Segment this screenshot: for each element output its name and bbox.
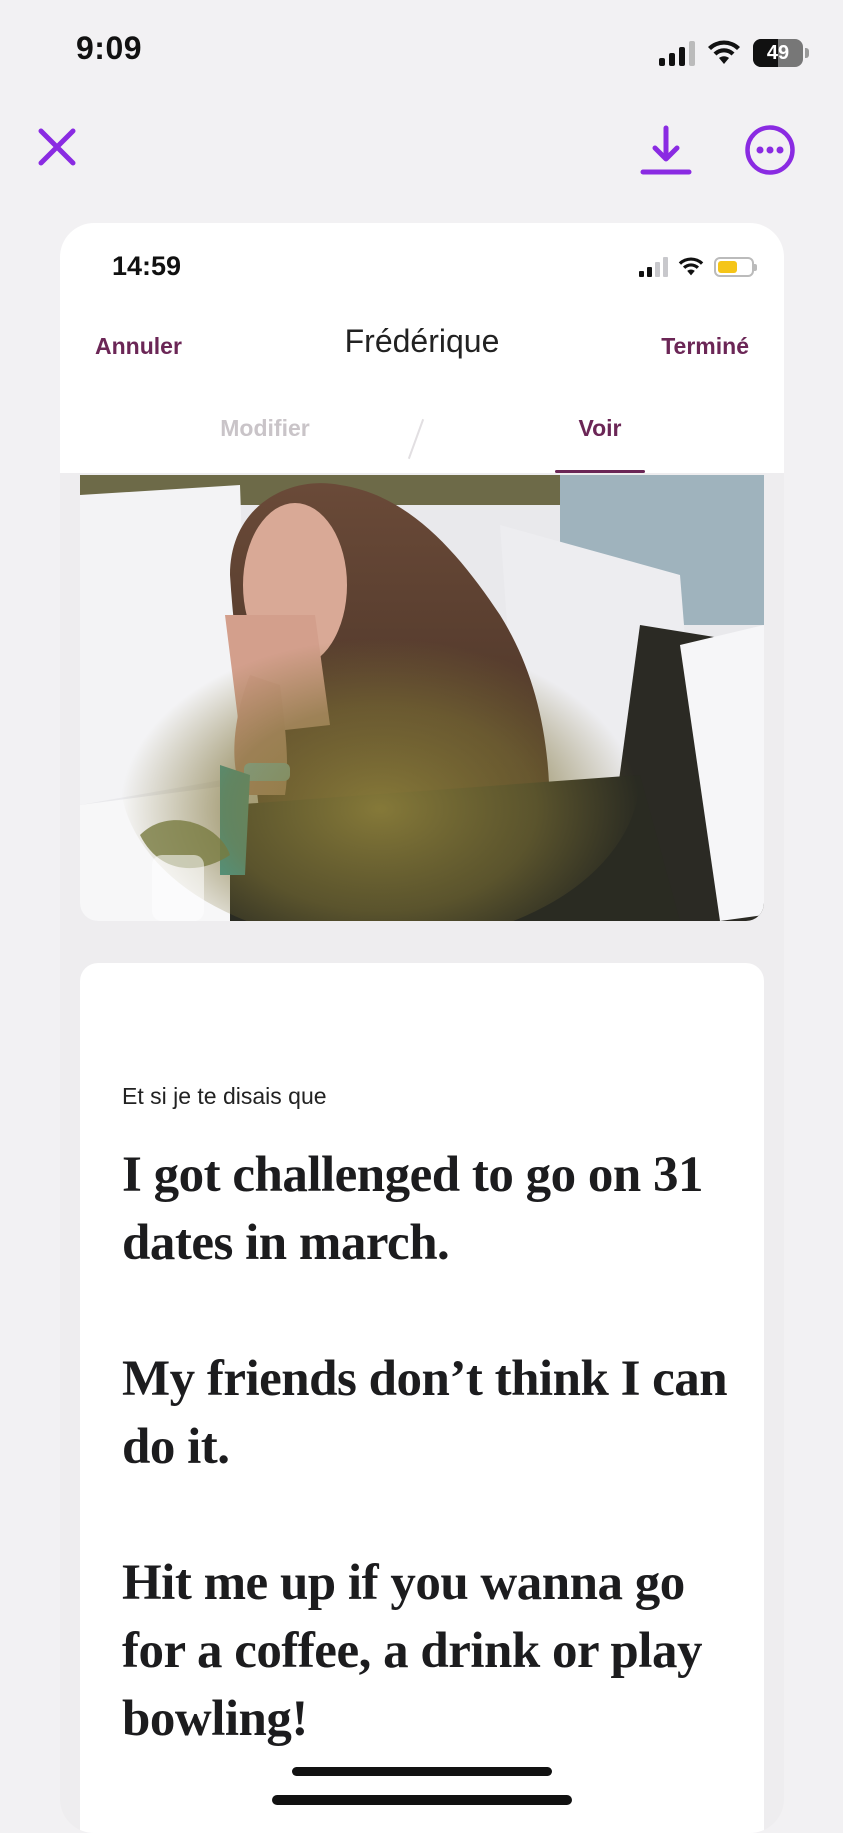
inner-battery-icon bbox=[714, 257, 757, 277]
prompt-question: Et si je te disais que bbox=[122, 1083, 327, 1109]
profile-photo-image bbox=[80, 475, 764, 921]
answer-paragraph: Hit me up if you wanna go for a coffee, … bbox=[122, 1555, 702, 1747]
battery-icon: 49 bbox=[753, 39, 809, 67]
download-button[interactable] bbox=[640, 124, 692, 178]
wifi-icon bbox=[708, 40, 740, 64]
done-button[interactable]: Terminé bbox=[661, 333, 749, 360]
tab-view[interactable]: Voir bbox=[555, 415, 645, 442]
prompt-answer: I got challenged to go on 31 dates in ma… bbox=[122, 1141, 742, 1821]
status-icons: 49 bbox=[659, 36, 809, 70]
profile-photo[interactable] bbox=[80, 475, 764, 921]
status-time: 9:09 bbox=[76, 30, 143, 66]
inner-home-indicator bbox=[292, 1767, 552, 1776]
inner-cellular-signal-icon bbox=[639, 257, 668, 277]
cellular-signal-icon bbox=[659, 40, 695, 66]
home-indicator[interactable] bbox=[272, 1795, 572, 1805]
profile-preview-card: 14:59 Annuler Frédérique Terminé Modifie… bbox=[60, 223, 784, 1833]
inner-status-icons bbox=[639, 255, 757, 279]
answer-paragraph: I got challenged to go on 31 dates in ma… bbox=[122, 1147, 704, 1271]
answer-paragraph: My friends don’t think I can do it. bbox=[122, 1351, 728, 1475]
prompt-card[interactable]: Et si je te disais que I got challenged … bbox=[80, 963, 764, 1833]
tab-edit[interactable]: Modifier bbox=[195, 415, 335, 442]
active-tab-indicator bbox=[555, 470, 645, 473]
battery-level: 49 bbox=[766, 41, 790, 64]
inner-status-time: 14:59 bbox=[112, 251, 182, 281]
download-icon bbox=[640, 125, 692, 175]
close-icon bbox=[38, 128, 76, 166]
close-button[interactable] bbox=[34, 124, 80, 170]
inner-wifi-icon bbox=[678, 257, 704, 276]
more-options-button[interactable] bbox=[744, 124, 796, 176]
more-options-icon bbox=[745, 125, 795, 175]
